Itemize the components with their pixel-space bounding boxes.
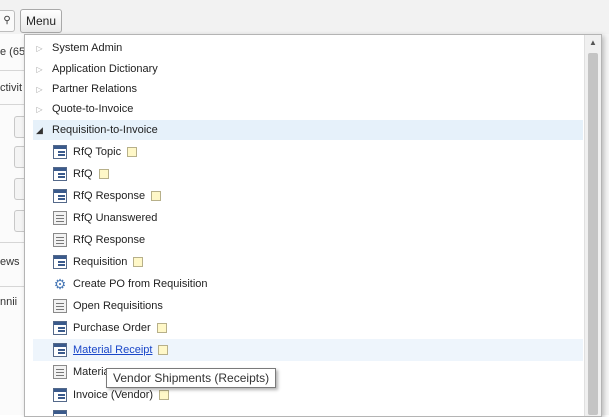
- menu-item-label: RfQ Response: [73, 234, 146, 246]
- expand-arrow-icon[interactable]: ▷: [35, 85, 44, 94]
- window-icon: [53, 255, 67, 269]
- menu-item-label: Create PO from Requisition: [73, 278, 208, 290]
- menu-item-rfq[interactable]: RfQ: [53, 163, 109, 185]
- favorite-note-icon[interactable]: [158, 345, 169, 355]
- window-icon: [53, 343, 67, 357]
- scroll-up-arrow-icon[interactable]: ▲: [585, 35, 601, 51]
- window-icon: [53, 410, 67, 416]
- divider: [0, 286, 24, 287]
- report-icon: [53, 233, 67, 247]
- menu-folder-label: Application Dictionary: [52, 63, 158, 75]
- menu-item-purchase-order[interactable]: Purchase Order: [53, 317, 167, 339]
- menu-folder-partner-relations[interactable]: ▷ Partner Relations: [35, 79, 137, 99]
- menu-item-label: Invoice (Vendor): [73, 389, 154, 401]
- menu-button[interactable]: Menu: [20, 9, 62, 33]
- menu-folder-label: Requisition-to-Invoice: [52, 124, 158, 136]
- expand-arrow-icon[interactable]: ▷: [35, 65, 44, 74]
- window-icon: [53, 189, 67, 203]
- background-panel: e (65 ctivit ews nnii: [0, 34, 25, 415]
- divider: [0, 104, 24, 105]
- menu-item-create-po-from-requisition[interactable]: ⚙ Create PO from Requisition: [53, 273, 208, 295]
- favorite-note-icon[interactable]: [133, 257, 144, 267]
- favorite-note-icon[interactable]: [127, 147, 138, 157]
- favorite-note-icon[interactable]: [159, 390, 170, 400]
- menu-item-label: Requisition: [73, 256, 128, 268]
- menu-folder-application-dictionary[interactable]: ▷ Application Dictionary: [35, 59, 158, 79]
- menu-item-requisition[interactable]: Requisition: [53, 251, 144, 273]
- menu-item-label: Materia: [73, 366, 110, 378]
- divider: [0, 242, 24, 243]
- favorite-note-icon[interactable]: [98, 169, 109, 179]
- background-text: nnii: [0, 296, 18, 308]
- menu-item-material-receipt[interactable]: Material Receipt: [53, 339, 169, 361]
- menu-scrollbar[interactable]: ▲: [584, 35, 601, 416]
- menu-item-label: RfQ Topic: [73, 146, 122, 158]
- menu-folder-system-admin[interactable]: ▷ System Admin: [35, 38, 122, 58]
- menu-item-label: RfQ Response: [73, 190, 146, 202]
- menu-item-rfq-topic[interactable]: RfQ Topic: [53, 141, 138, 163]
- favorite-note-icon[interactable]: [151, 191, 162, 201]
- menu-item-label: RfQ: [73, 168, 93, 180]
- app-toolbar: ⚲ Menu: [0, 0, 609, 35]
- report-icon: [53, 365, 67, 379]
- background-text: ews: [0, 256, 20, 268]
- gear-icon: ⚙: [53, 276, 67, 292]
- menu-item-label: Purchase Order: [73, 322, 151, 334]
- tooltip: Vendor Shipments (Receipts): [106, 368, 277, 388]
- menu-folder-label: System Admin: [52, 42, 123, 54]
- menu-folder-requisition-to-invoice[interactable]: ◢ Requisition-to-Invoice: [35, 120, 158, 140]
- divider: [0, 70, 24, 71]
- menu-folder-quote-to-invoice[interactable]: ▷ Quote-to-Invoice: [35, 99, 133, 119]
- menu-item-label[interactable]: Material Receipt: [73, 344, 152, 356]
- menu-item-label: Open Requisitions: [73, 300, 163, 312]
- menu-item-rfq-unanswered[interactable]: RfQ Unanswered: [53, 207, 157, 229]
- favorite-note-icon[interactable]: [156, 323, 167, 333]
- background-text: ctivit: [0, 82, 22, 94]
- scrollbar-thumb[interactable]: [588, 53, 598, 415]
- menu-folder-label: Partner Relations: [52, 83, 137, 95]
- menu-item-rfq-response-report[interactable]: RfQ Response: [53, 229, 145, 251]
- menu-item-rfq-response[interactable]: RfQ Response: [53, 185, 162, 207]
- expand-arrow-icon[interactable]: ▷: [35, 44, 44, 53]
- collapse-arrow-icon[interactable]: ◢: [35, 125, 44, 136]
- menu-dropdown: ▷ System Admin ▷ Application Dictionary …: [24, 34, 602, 417]
- window-icon: [53, 388, 67, 402]
- window-icon: [53, 145, 67, 159]
- search-icon[interactable]: ⚲: [0, 10, 15, 32]
- report-icon: [53, 211, 67, 225]
- background-text: e (65: [0, 46, 24, 58]
- expand-arrow-icon[interactable]: ▷: [35, 105, 44, 114]
- menu-item-partial[interactable]: [53, 406, 73, 416]
- window-icon: [53, 321, 67, 335]
- menu-item-material-report[interactable]: Materia: [53, 361, 110, 383]
- menu-folder-label: Quote-to-Invoice: [52, 103, 134, 115]
- report-icon: [53, 299, 67, 313]
- menu-item-label: RfQ Unanswered: [73, 212, 158, 224]
- menu-item-open-requisitions[interactable]: Open Requisitions: [53, 295, 163, 317]
- window-icon: [53, 167, 67, 181]
